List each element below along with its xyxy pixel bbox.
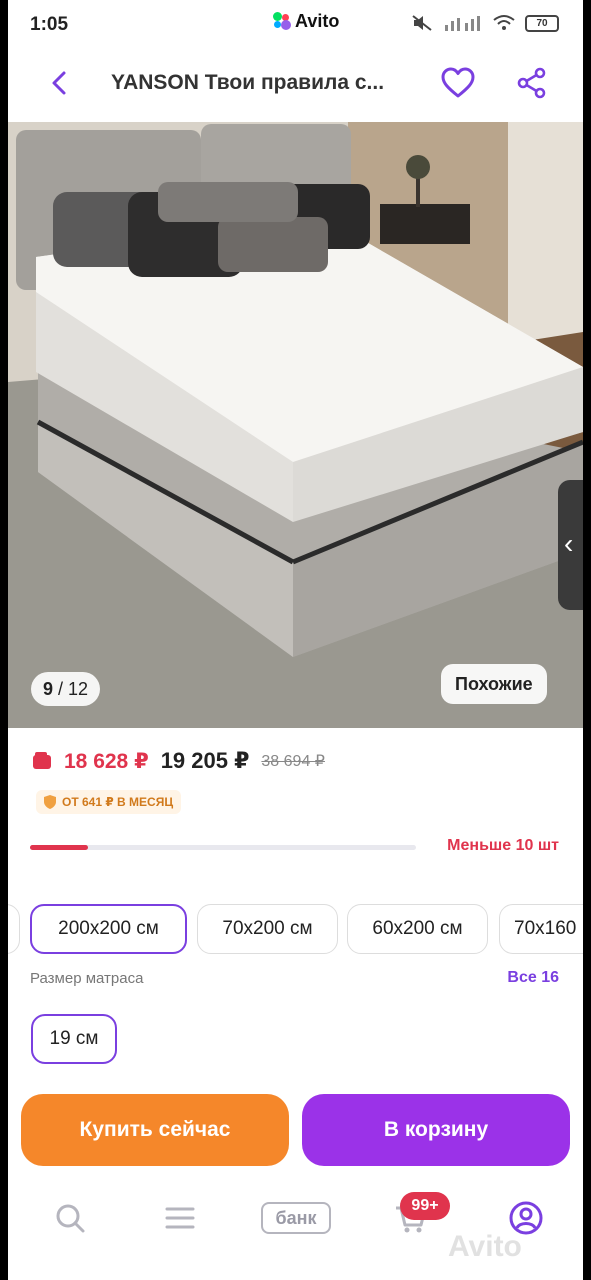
similar-button[interactable]: Похожие bbox=[441, 664, 547, 704]
product-image[interactable] bbox=[8, 122, 583, 728]
installment-badge[interactable]: ОТ 641 ₽ В МЕСЯЦ bbox=[36, 790, 182, 814]
buy-now-button[interactable]: Купить сейчас bbox=[21, 1094, 289, 1166]
size-chip-partial[interactable] bbox=[8, 904, 20, 954]
menu-icon bbox=[165, 1207, 195, 1229]
bank-label: банк bbox=[261, 1202, 331, 1234]
avito-watermark: Avito bbox=[448, 1230, 522, 1263]
mattress-photo bbox=[8, 122, 583, 728]
stock-progress-fill bbox=[30, 845, 88, 850]
nav-search[interactable] bbox=[50, 1198, 90, 1238]
mute-icon bbox=[412, 15, 432, 31]
old-price: 38 694 ₽ bbox=[261, 753, 325, 770]
image-counter-total: 12 bbox=[68, 679, 89, 699]
top-app-bar: YANSON Твои правила с... bbox=[8, 44, 583, 122]
nav-catalog[interactable] bbox=[160, 1198, 200, 1238]
back-button[interactable] bbox=[44, 66, 74, 100]
share-button[interactable] bbox=[515, 66, 549, 100]
wifi-icon bbox=[493, 15, 515, 30]
image-counter-current: 9 bbox=[43, 679, 54, 699]
size-chip[interactable]: 200x200 см bbox=[30, 904, 187, 954]
back-arrow-icon bbox=[52, 71, 66, 95]
search-icon bbox=[56, 1204, 85, 1233]
page-title: YANSON Твои правила с... bbox=[111, 71, 385, 94]
price-row: 18 628 ₽ 19 205 ₽ 38 694 ₽ bbox=[32, 748, 325, 774]
edge-swipe-handle[interactable]: ‹ bbox=[558, 480, 583, 610]
stock-progress-bar bbox=[30, 845, 416, 850]
avito-app-pill: Avito bbox=[263, 8, 350, 34]
card-price: 18 628 ₽ bbox=[64, 749, 149, 773]
size-chip[interactable]: 60x200 см bbox=[347, 904, 488, 954]
stock-label: Меньше 10 шт bbox=[447, 837, 559, 854]
regular-price: 19 205 ₽ bbox=[160, 748, 250, 773]
installment-text: ОТ 641 ₽ В МЕСЯЦ bbox=[62, 795, 174, 809]
wallet-icon bbox=[33, 752, 51, 769]
thickness-chip[interactable]: 19 см bbox=[31, 1014, 117, 1064]
size-chip[interactable]: 70x200 см bbox=[197, 904, 338, 954]
add-to-cart-button[interactable]: В корзину bbox=[302, 1094, 570, 1166]
status-icons: 70 bbox=[411, 14, 559, 32]
heart-icon bbox=[441, 67, 475, 98]
size-chip[interactable]: 70x160 bbox=[499, 904, 583, 954]
shield-icon bbox=[44, 795, 56, 809]
image-counter: 9 / 12 bbox=[31, 672, 101, 706]
favorite-button[interactable] bbox=[440, 66, 476, 100]
chevron-left-icon: ‹ bbox=[564, 528, 574, 559]
app-screen: 1:05 Avito 70 YANSON Твои правила с... 9… bbox=[8, 0, 583, 1280]
image-counter-separator: / bbox=[53, 679, 69, 699]
size-options-scroller[interactable]: 200x200 см 70x200 см 60x200 см 70x160 bbox=[8, 904, 583, 958]
status-time: 1:05 bbox=[30, 14, 69, 35]
avito-pill-label: Avito bbox=[295, 10, 340, 31]
status-bar: 1:05 Avito 70 bbox=[8, 0, 583, 44]
nav-bank[interactable]: банк bbox=[260, 1198, 332, 1238]
all-sizes-link[interactable]: Все 16 bbox=[507, 969, 559, 987]
avito-logo-icon bbox=[273, 12, 291, 30]
battery-icon: 70 bbox=[525, 14, 559, 32]
share-icon bbox=[517, 67, 546, 99]
size-option-label: Размер матраса bbox=[30, 970, 144, 987]
cart-count-badge: 99+ bbox=[400, 1192, 450, 1220]
signal-icon bbox=[445, 16, 480, 31]
